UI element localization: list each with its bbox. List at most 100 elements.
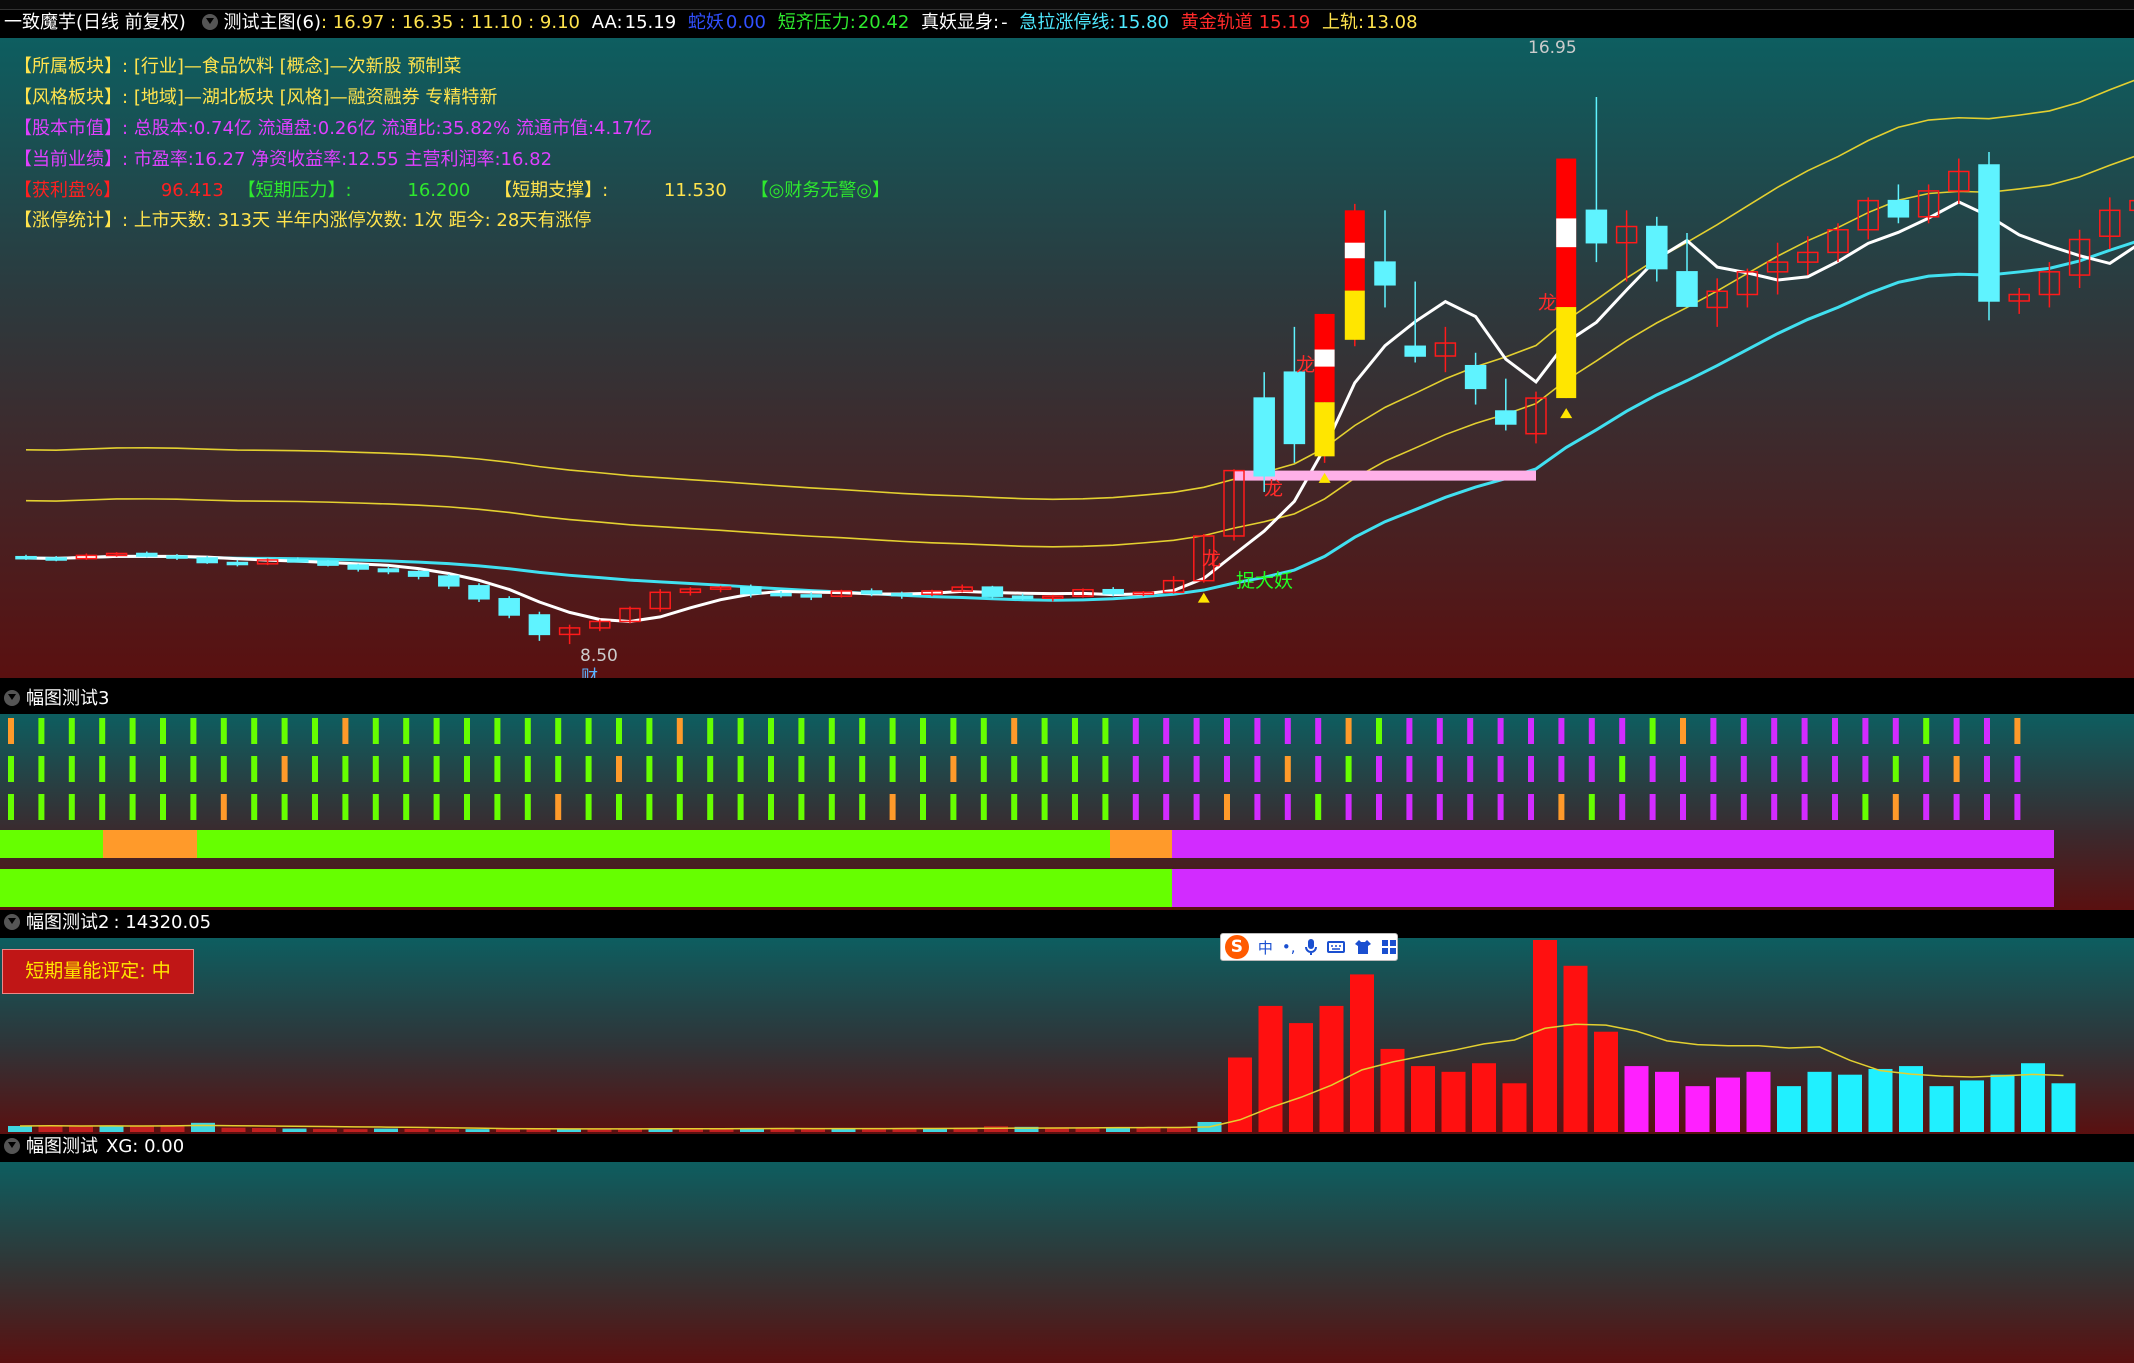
strip-tick: [312, 756, 318, 782]
strip-tick: [1284, 794, 1291, 820]
strip-band-2-a: [0, 869, 1172, 907]
strip-tick: [707, 794, 714, 820]
strip-tick: [1862, 756, 1869, 782]
strip-tick: [1528, 718, 1534, 744]
fin-label: 【◎财务无警◎】: [750, 180, 891, 201]
strip-tick: [585, 756, 592, 782]
candle-body: [498, 598, 520, 616]
strip-tick: [1102, 794, 1109, 820]
keyboard-icon[interactable]: [1327, 940, 1346, 954]
strip-tick: [1193, 794, 1200, 820]
long-tag-4: 龙: [1538, 292, 1558, 314]
strip-tick: [1497, 794, 1504, 820]
strip-tick: [160, 718, 166, 744]
limit-up-candle-base: [1344, 290, 1365, 340]
strip-tick: [676, 718, 683, 744]
indicator-name[interactable]: 测试主图(6): [224, 12, 322, 33]
signal-triangle: [1197, 592, 1210, 603]
strip-tick: [2014, 794, 2021, 820]
info-performance: 【当前业绩】: 市盈率:16.27 净资收益率:12.55 主营利润率:16.8…: [14, 145, 552, 171]
strip-tick: [1892, 794, 1899, 820]
strip-tick: [1163, 718, 1170, 744]
strip-tick: [1041, 794, 1048, 820]
panel4-collapse-icon[interactable]: [4, 1138, 20, 1154]
candle-body: [1464, 364, 1487, 390]
panel2-strip-chart[interactable]: [0, 714, 2134, 910]
strip-tick: [1892, 718, 1899, 744]
panel3-volume-chart[interactable]: [0, 938, 2134, 1134]
strip-tick: [1376, 756, 1382, 782]
volume-bar: [1563, 965, 1588, 1132]
strip-tick: [737, 756, 744, 782]
strip-tick: [251, 756, 258, 782]
strip-tick: [129, 756, 136, 782]
strip-tick: [1558, 756, 1565, 782]
strip-tick: [1132, 794, 1139, 820]
strip-tick: [737, 794, 744, 820]
strip-tick: [616, 718, 622, 744]
ime-toolbar[interactable]: S 中 •,: [1220, 933, 1398, 961]
info-industry-value: [行业]—食品饮料 [概念]—次新股 预制菜: [133, 56, 462, 77]
skin-icon[interactable]: [1354, 939, 1372, 955]
strip-tick: [1740, 794, 1747, 820]
strip-tick: [920, 718, 926, 744]
volume-bar: [1136, 1127, 1161, 1132]
strip-tick: [950, 756, 957, 782]
strip-tick: [1315, 756, 1322, 782]
strip-tick: [68, 756, 75, 782]
strip-tick: [1315, 794, 1322, 820]
long-tag-1: 龙: [1202, 548, 1222, 570]
panel3-title[interactable]: 幅图测试2: [26, 912, 109, 933]
strip-tick: [312, 794, 318, 820]
volume-bar: [1624, 1066, 1649, 1132]
strip-tick: [707, 718, 714, 744]
candle-body: [347, 564, 369, 570]
candle-body: [1102, 588, 1124, 595]
jl-value: 15.80: [1117, 12, 1169, 33]
profit-value: 96.413: [160, 180, 224, 201]
panel3-collapse-icon[interactable]: [4, 914, 20, 930]
sogou-logo-icon[interactable]: S: [1225, 935, 1249, 959]
apps-grid-icon[interactable]: [1381, 939, 1397, 955]
limit-up-candle-band: [1344, 242, 1365, 259]
strip-tick: [220, 718, 227, 744]
volume-bar: [1258, 1005, 1283, 1132]
strip-tick: [1254, 794, 1261, 820]
info-perf-value: 市盈率:16.27 净资收益率:12.55 主营利润率:16.82: [133, 149, 553, 170]
candle-body: [1676, 271, 1698, 307]
strip-tick: [1528, 756, 1534, 782]
microphone-icon[interactable]: [1304, 938, 1318, 956]
main-chart-panel[interactable]: 【所属板块】: [行业]—食品饮料 [概念]—次新股 预制菜 【风格板块】: […: [0, 38, 2134, 678]
info-capital: 【股本市值】: 总股本:0.74亿 流通盘:0.26亿 流通比:35.82% 流…: [14, 114, 652, 140]
strip-tick: [1953, 756, 1960, 782]
panel4-empty-chart[interactable]: [0, 1162, 2134, 1363]
strip-tick: [1436, 794, 1443, 820]
strip-tick: [555, 794, 562, 820]
ma20-line: [25, 240, 2134, 602]
volume-bar: [1685, 1086, 1710, 1132]
collapse-icon[interactable]: [201, 14, 218, 30]
strip-tick: [1072, 756, 1078, 782]
strip-band-1-e: [1172, 830, 2054, 858]
panel2-collapse-icon[interactable]: [4, 690, 20, 706]
volume-chart-svg: [8, 940, 2076, 1132]
ime-punct-icon[interactable]: •,: [1282, 938, 1296, 956]
panel2-title[interactable]: 幅图测试3: [26, 688, 109, 709]
volume-bar: [1899, 1066, 1923, 1132]
strip-tick: [798, 756, 805, 782]
strip-tick: [1224, 794, 1230, 820]
volume-bar: [1655, 1071, 1679, 1132]
strip-tick: [1254, 718, 1261, 744]
stock-name: 一致魔芋: [4, 12, 76, 33]
volume-bar: [801, 1129, 825, 1132]
strip-tick: [99, 756, 106, 782]
panel4-title[interactable]: 幅图测试: [26, 1136, 98, 1157]
candle-body: [800, 594, 822, 598]
strip-tick: [1649, 718, 1656, 744]
ime-mode-label[interactable]: 中: [1258, 937, 1273, 958]
strip-tick: [1619, 794, 1626, 820]
candle-body: [287, 559, 309, 563]
strip-tick: [38, 794, 45, 820]
info-style-value: [地域]—湖北板块 [风格]—融资融券 专精特新: [133, 87, 498, 108]
strip-band-2-b: [1172, 869, 2054, 907]
